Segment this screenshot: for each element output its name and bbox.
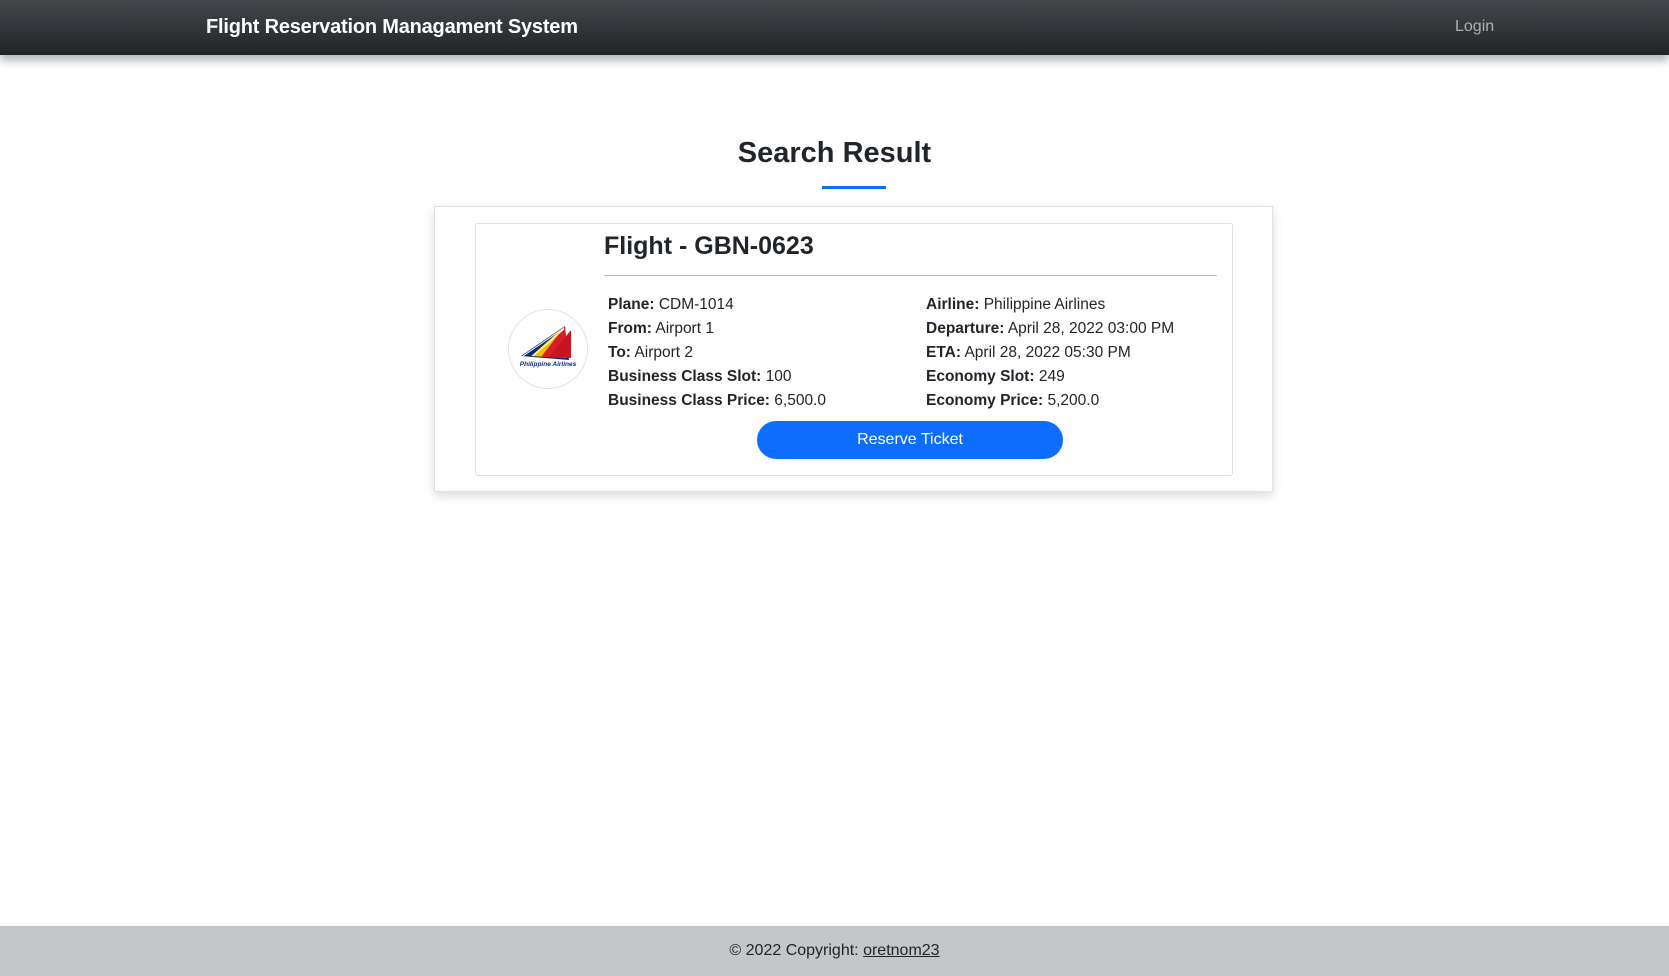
detail-label: Economy Price:: [926, 392, 1044, 409]
footer-author-link[interactable]: oretnom23: [863, 942, 940, 959]
logo-text: Philippine Airlines: [520, 361, 577, 368]
detail-from: From: Airport 1: [608, 317, 908, 341]
flight-details-right: Airline: Philippine Airlines Departure: …: [926, 293, 1226, 413]
detail-plane: Plane: CDM-1014: [608, 293, 908, 317]
login-link[interactable]: Login: [1455, 18, 1494, 36]
footer: © 2022 Copyright: oretnom23: [0, 926, 1669, 976]
reserve-ticket-button[interactable]: Reserve Ticket: [757, 421, 1063, 459]
detail-business-price: Business Class Price: 6,500.0: [608, 389, 908, 413]
airline-logo-icon: Philippine Airlines: [520, 326, 577, 368]
detail-economy-price: Economy Price: 5,200.0: [926, 389, 1226, 413]
detail-label: ETA:: [926, 344, 962, 361]
flight-title: Flight - GBN-0623: [604, 232, 814, 260]
detail-value: 5,200.0: [1047, 392, 1100, 409]
top-navbar: Flight Reservation Managament System Log…: [0, 0, 1669, 55]
detail-business-slot: Business Class Slot: 100: [608, 365, 908, 389]
detail-value: Philippine Airlines: [983, 296, 1106, 313]
detail-label: Economy Slot:: [926, 368, 1035, 385]
footer-copyright: © 2022 Copyright:: [729, 942, 859, 959]
detail-value: Airport 1: [655, 320, 714, 337]
detail-label: Departure:: [926, 320, 1005, 337]
title-underline: [822, 186, 886, 189]
flight-details-left: Plane: CDM-1014 From: Airport 1 To: Airp…: [608, 293, 908, 413]
detail-label: From:: [608, 320, 652, 337]
detail-airline: Airline: Philippine Airlines: [926, 293, 1226, 317]
detail-value: 249: [1038, 368, 1065, 385]
detail-label: Business Class Slot:: [608, 368, 762, 385]
page-title: Search Result: [737, 137, 932, 169]
detail-label: Plane:: [608, 296, 655, 313]
detail-label: Business Class Price:: [608, 392, 770, 409]
detail-value: April 28, 2022 03:00 PM: [1007, 320, 1175, 337]
detail-label: To:: [608, 344, 631, 361]
detail-label: Airline:: [926, 296, 980, 313]
detail-value: 6,500.0: [774, 392, 827, 409]
detail-eta: ETA: April 28, 2022 05:30 PM: [926, 341, 1226, 365]
detail-departure: Departure: April 28, 2022 03:00 PM: [926, 317, 1226, 341]
brand-title[interactable]: Flight Reservation Managament System: [206, 16, 578, 39]
detail-value: April 28, 2022 05:30 PM: [964, 344, 1131, 361]
airline-logo: Philippine Airlines: [508, 309, 588, 389]
flight-divider: [604, 275, 1217, 276]
detail-economy-slot: Economy Slot: 249: [926, 365, 1226, 389]
detail-to: To: Airport 2: [608, 341, 908, 365]
detail-value: Airport 2: [634, 344, 693, 361]
detail-value: CDM-1014: [658, 296, 734, 313]
detail-value: 100: [765, 368, 792, 385]
